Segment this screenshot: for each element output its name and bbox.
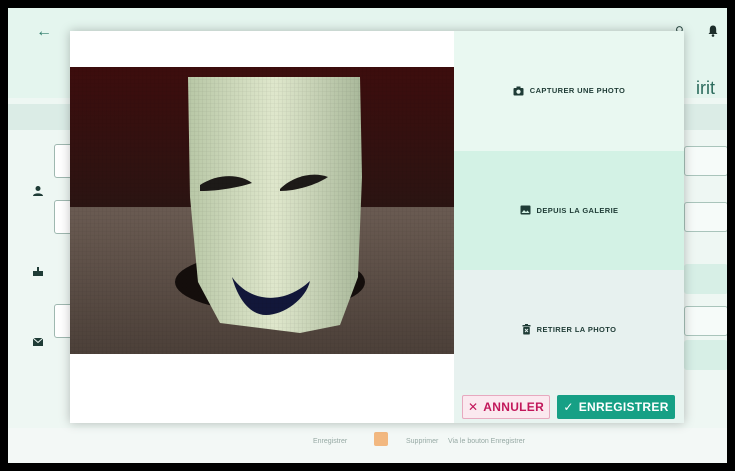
remove-photo-label: RETIRER LA PHOTO (536, 325, 617, 335)
gallery-option[interactable]: DEPUIS LA GALERIE (454, 150, 684, 271)
image-icon (520, 205, 531, 215)
right-field-5[interactable] (684, 340, 727, 370)
mail-icon (32, 335, 44, 347)
trash-icon (522, 324, 531, 335)
footer-save-label[interactable]: Enregistrer (313, 438, 347, 445)
cancel-label: ANNULER (483, 400, 545, 414)
delete-icon[interactable] (374, 432, 388, 446)
right-field-2[interactable] (684, 202, 727, 232)
check-icon: ✓ (563, 400, 574, 414)
dialog-actions: ✕ ANNULER ✓ ENREGISTRER (454, 390, 684, 423)
right-field-1[interactable] (684, 146, 727, 176)
bell-icon[interactable] (708, 24, 718, 42)
right-field-4[interactable] (684, 306, 727, 336)
background-footer: Enregistrer Supprimer Via le bouton Enre… (8, 428, 727, 463)
photo-options: CAPTURER UNE PHOTO DEPUIS LA GALERIE RET… (454, 31, 684, 390)
capture-photo-label: CAPTURER UNE PHOTO (529, 86, 626, 96)
cake-icon (32, 264, 44, 276)
back-arrow-icon[interactable]: ← (36, 24, 52, 40)
mask-photo (70, 67, 454, 354)
page-title: irit (696, 78, 715, 98)
right-field-3[interactable] (684, 264, 727, 294)
footer-hint: Via le bouton Enregistrer (448, 438, 525, 445)
cancel-button[interactable]: ✕ ANNULER (462, 395, 550, 419)
close-icon: ✕ (467, 400, 479, 414)
camera-icon (513, 86, 524, 96)
capture-photo-option[interactable]: CAPTURER UNE PHOTO (454, 31, 684, 151)
save-label: ENREGISTRER (578, 400, 669, 414)
photo-preview (70, 67, 454, 354)
gallery-label: DEPUIS LA GALERIE (536, 205, 619, 215)
person-icon (32, 184, 44, 196)
save-button[interactable]: ✓ ENREGISTRER (557, 395, 675, 419)
footer-delete-label[interactable]: Supprimer (406, 438, 438, 445)
photo-dialog: CAPTURER UNE PHOTO DEPUIS LA GALERIE RET… (70, 31, 684, 423)
remove-photo-option[interactable]: RETIRER LA PHOTO (454, 270, 684, 390)
